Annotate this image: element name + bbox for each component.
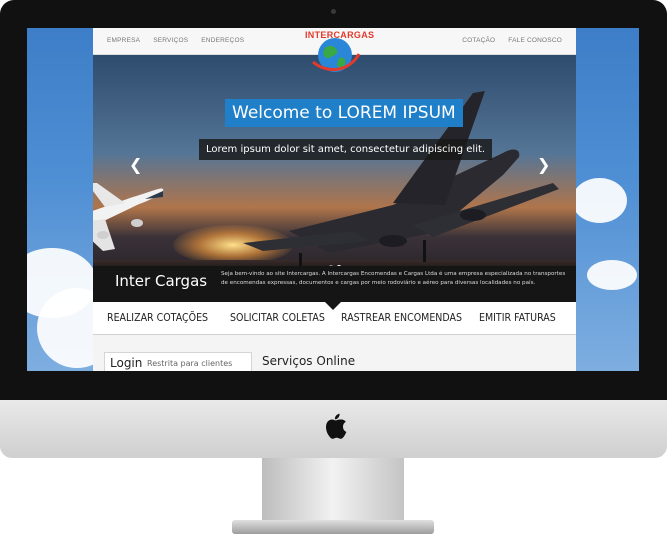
service-realizar-cotacoes[interactable]: REALIZAR COTAÇÕES xyxy=(107,311,208,324)
hero-subtitle: Lorem ipsum dolor sit amet, consectetur … xyxy=(199,139,493,160)
menu-pointer xyxy=(325,302,341,310)
nav-link-servicos[interactable]: SERVIÇOS xyxy=(153,37,188,44)
login-box[interactable]: Login Restrita para clientes xyxy=(104,352,252,371)
hero-title: Welcome to LOREM IPSUM xyxy=(225,99,463,127)
nav-link-empresa[interactable]: EMPRESA xyxy=(107,37,140,44)
online-services-title: Serviços Online xyxy=(262,354,356,368)
chevron-right-icon[interactable]: ❯ xyxy=(537,155,550,174)
website: EMPRESA SERVIÇOS ENDEREÇOS COTAÇÃO FALE … xyxy=(93,28,576,371)
apple-icon xyxy=(326,413,347,439)
cloud xyxy=(572,178,627,223)
logo-text: INTERCARGAS xyxy=(305,30,375,40)
brand-name: Inter Cargas xyxy=(115,272,208,290)
screen: EMPRESA SERVIÇOS ENDEREÇOS COTAÇÃO FALE … xyxy=(27,28,639,371)
nav-link-enderecos[interactable]: ENDEREÇOS xyxy=(201,37,244,44)
cloud xyxy=(587,260,637,290)
hero-slider: Welcome to LOREM IPSUM Lorem ipsum dolor… xyxy=(93,55,576,301)
nav-link-fale-conosco[interactable]: FALE CONOSCO xyxy=(508,37,562,44)
camera-dot xyxy=(331,9,336,14)
login-subtitle: Restrita para clientes xyxy=(147,359,233,368)
chevron-left-icon[interactable]: ❮ xyxy=(129,155,142,174)
nav-left: EMPRESA SERVIÇOS ENDEREÇOS xyxy=(107,37,244,44)
nav-right: COTAÇÃO FALE CONOSCO xyxy=(462,37,562,44)
login-title: Login xyxy=(110,356,143,370)
nav-link-cotacao[interactable]: COTAÇÃO xyxy=(462,37,495,44)
service-rastrear-encomendas[interactable]: RASTREAR ENCOMENDAS xyxy=(341,311,462,324)
monitor-stand xyxy=(262,458,404,522)
welcome-text: Seja bem-vindo ao site Intercargas. A In… xyxy=(221,271,566,286)
service-emitir-faturas[interactable]: EMITIR FATURAS xyxy=(479,311,556,324)
monitor-stand-base xyxy=(232,520,434,534)
service-solicitar-coletas[interactable]: SOLICITAR COLETAS xyxy=(230,311,325,324)
